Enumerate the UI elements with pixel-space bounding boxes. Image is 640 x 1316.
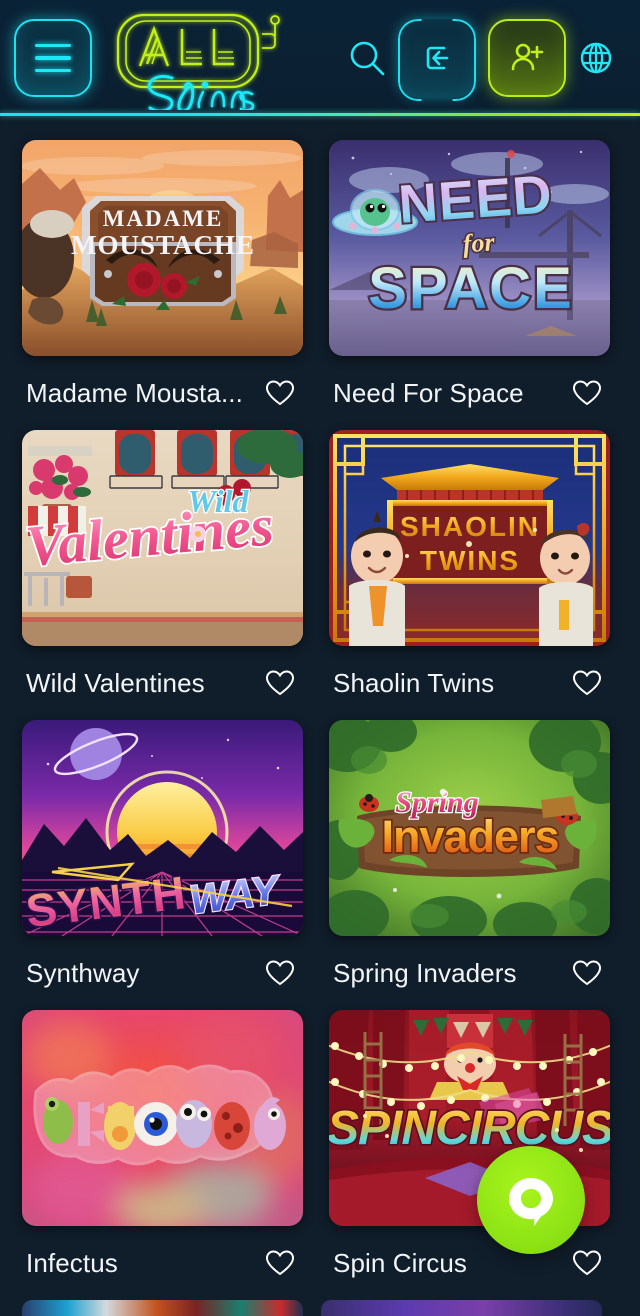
app-header: ALL Spins Search Log in <box>0 0 640 116</box>
login-button[interactable]: Log in <box>398 19 476 97</box>
favorite-button[interactable] <box>570 376 604 410</box>
heart-icon <box>572 670 602 696</box>
game-card[interactable]: Valentines Wild Wild Valentines <box>22 430 303 720</box>
game-card[interactable]: MADAME MOUSTACHE Madame Mousta... <box>22 140 303 430</box>
game-card[interactable]: SPINCIRCUS Spin Circus <box>329 1010 610 1300</box>
app-root: ALL Spins Search Log in <box>0 0 640 1316</box>
svg-text:Invaders: Invaders <box>381 811 558 862</box>
heart-icon <box>265 670 295 696</box>
game-thumbnail[interactable]: SYNTH WAY <box>22 720 303 936</box>
game-card[interactable]: SYNTH WAY Synthway <box>22 720 303 1010</box>
language-button[interactable]: Language <box>566 19 626 97</box>
game-title: Spring Invaders <box>333 957 517 988</box>
svg-text:SPACE: SPACE <box>368 256 574 321</box>
game-thumbnail[interactable]: SHAOLIN TWINS <box>329 430 610 646</box>
next-row-peek <box>0 1300 640 1316</box>
menu-button[interactable] <box>14 19 92 97</box>
signup-button[interactable]: Sign up <box>488 19 566 97</box>
heart-icon <box>572 960 602 986</box>
search-button[interactable]: Search <box>336 19 398 97</box>
favorite-button[interactable] <box>263 956 297 990</box>
svg-text:SHAOLIN: SHAOLIN <box>400 511 540 542</box>
header-actions: Search Log in Sign up <box>336 19 626 97</box>
game-card-footer: Wild Valentines <box>22 646 303 720</box>
favorite-button[interactable] <box>570 956 604 990</box>
heart-icon <box>265 380 295 406</box>
heart-icon <box>265 960 295 986</box>
game-card-footer: Shaolin Twins <box>329 646 610 720</box>
game-thumbnail[interactable]: Spring Invaders <box>329 720 610 936</box>
heart-icon <box>572 1250 602 1276</box>
search-icon <box>350 41 385 76</box>
svg-text:MOUSTACHE: MOUSTACHE <box>71 230 255 260</box>
game-title: Madame Mousta... <box>26 377 243 408</box>
game-thumbnail[interactable]: NEED for SPACE <box>329 140 610 356</box>
hamburger-icon-line <box>35 68 71 73</box>
game-card[interactable]: Spring Invaders Spring Invaders <box>329 720 610 1010</box>
svg-text:for: for <box>462 227 497 258</box>
chat-button[interactable]: Chat <box>477 1146 585 1254</box>
heart-icon <box>265 1250 295 1276</box>
svg-text:SPINCIRCUS: SPINCIRCUS <box>329 1102 610 1155</box>
game-thumbnail-partial[interactable] <box>321 1300 602 1316</box>
game-grid: MADAME MOUSTACHE Madame Mousta... NEED f… <box>0 116 640 1300</box>
game-card-footer: Spring Invaders <box>329 936 610 1010</box>
svg-text:MADAME: MADAME <box>103 206 224 231</box>
svg-text:NEED: NEED <box>397 164 555 235</box>
header-divider <box>0 113 640 116</box>
game-card-footer: Madame Mousta... <box>22 356 303 430</box>
svg-text:TWINS: TWINS <box>420 545 520 576</box>
game-card[interactable]: SHAOLIN TWINS Shaolin Twins <box>329 430 610 720</box>
favorite-button[interactable] <box>570 1246 604 1280</box>
heart-icon <box>572 380 602 406</box>
game-thumbnail[interactable] <box>22 1010 303 1226</box>
login-icon <box>426 46 449 70</box>
game-thumbnail[interactable]: Valentines Wild <box>22 430 303 646</box>
game-title: Infectus <box>26 1247 118 1278</box>
hamburger-icon-line <box>35 43 71 48</box>
favorite-button[interactable] <box>263 666 297 700</box>
game-card[interactable]: Infectus <box>22 1010 303 1300</box>
favorite-button[interactable] <box>263 1246 297 1280</box>
user-plus-icon <box>511 43 544 71</box>
globe-icon <box>580 42 612 74</box>
game-card[interactable]: NEED for SPACE Need For Space <box>329 140 610 430</box>
game-card-footer: Synthway <box>22 936 303 1010</box>
game-title: Wild Valentines <box>26 667 205 698</box>
hamburger-icon-line <box>35 56 71 60</box>
game-title: Shaolin Twins <box>333 667 495 698</box>
chat-bubble-icon <box>509 1178 553 1226</box>
favorite-button[interactable] <box>263 376 297 410</box>
game-title: Synthway <box>26 957 140 988</box>
favorite-button[interactable] <box>570 666 604 700</box>
game-title: Need For Space <box>333 377 524 408</box>
game-thumbnail-partial[interactable] <box>22 1300 303 1316</box>
svg-text:Wild: Wild <box>187 483 249 519</box>
game-title: Spin Circus <box>333 1247 468 1278</box>
game-card-footer: Need For Space <box>329 356 610 430</box>
site-logo[interactable]: ALL Spins <box>102 6 302 110</box>
game-thumbnail[interactable]: MADAME MOUSTACHE <box>22 140 303 356</box>
game-card-footer: Infectus <box>22 1226 303 1300</box>
